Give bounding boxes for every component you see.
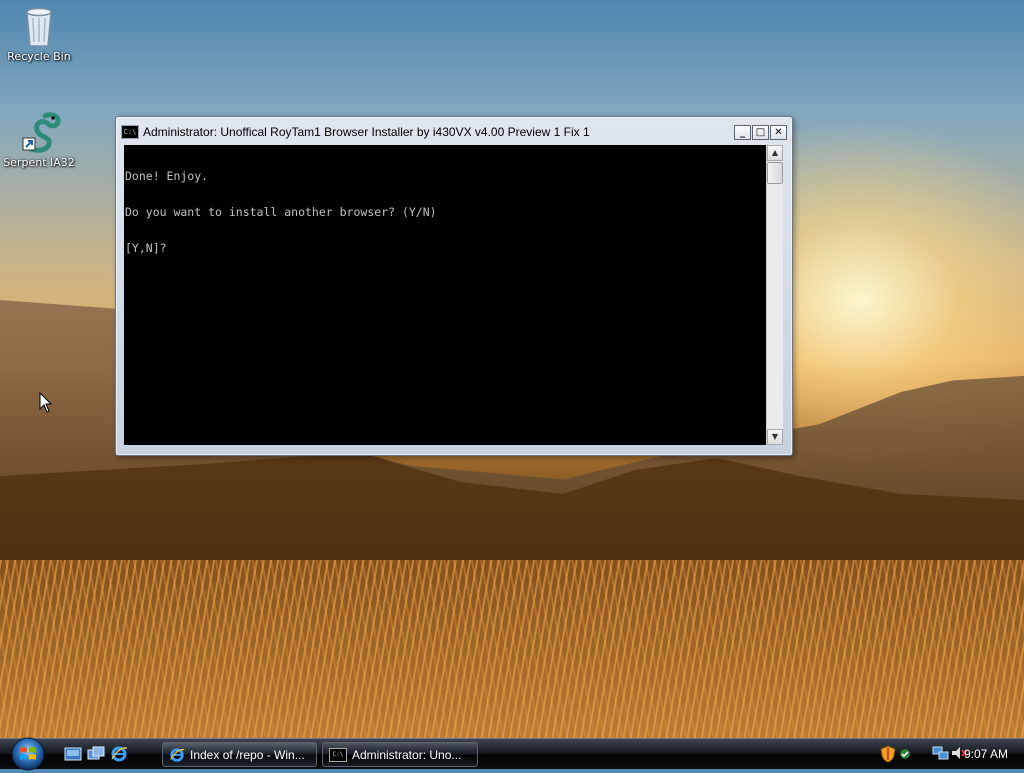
console-icon: C:\ xyxy=(329,747,347,762)
console-icon: C:\ xyxy=(121,125,139,139)
updates-icon[interactable] xyxy=(898,747,912,761)
serpent-icon xyxy=(22,112,61,153)
desktop-icon-serpent-ia32[interactable]: Serpent IA32 xyxy=(1,108,77,169)
desktop-icon-recycle-bin[interactable]: Recycle Bin xyxy=(1,4,77,63)
mouse-pointer-icon xyxy=(39,392,53,413)
console-line: Do you want to install another browser? … xyxy=(125,205,437,219)
recycle-bin-icon xyxy=(26,7,52,47)
background-grass xyxy=(0,560,1024,740)
window-title: Administrator: Unoffical RoyTam1 Browser… xyxy=(143,125,590,139)
desktop-icon-label: Serpent IA32 xyxy=(3,156,75,169)
taskbar-item-console[interactable]: C:\ Administrator: Uno... xyxy=(322,742,478,767)
show-desktop-icon[interactable] xyxy=(64,745,82,763)
maximize-button[interactable]: □ xyxy=(752,124,769,140)
minimize-button[interactable]: _ xyxy=(734,124,751,140)
internet-explorer-icon xyxy=(170,747,185,762)
switch-windows-icon[interactable] xyxy=(87,745,105,763)
internet-explorer-icon[interactable] xyxy=(110,745,128,763)
window-titlebar[interactable]: C:\ Administrator: Unoffical RoyTam1 Bro… xyxy=(121,121,787,143)
vertical-scrollbar[interactable]: ▲ ▼ xyxy=(766,145,783,445)
start-button[interactable] xyxy=(8,735,48,773)
clock[interactable]: 9:07 AM xyxy=(964,747,1008,761)
taskbar-item-label: Index of /repo - Win... xyxy=(190,747,305,762)
close-button[interactable]: ✕ xyxy=(770,124,787,140)
scroll-down-button[interactable]: ▼ xyxy=(767,429,783,445)
security-shield-icon[interactable] xyxy=(880,745,896,763)
taskbar: Index of /repo - Win... C:\ Administrato… xyxy=(0,737,1024,771)
console-line: Done! Enjoy. xyxy=(125,169,209,183)
scroll-thumb[interactable] xyxy=(767,162,783,184)
taskbar-item-label: Administrator: Uno... xyxy=(352,747,462,762)
system-tray: 9:07 AM xyxy=(864,739,1024,769)
network-icon[interactable] xyxy=(932,745,950,761)
console-window[interactable]: C:\ Administrator: Unoffical RoyTam1 Bro… xyxy=(115,116,793,456)
taskbar-item-browser[interactable]: Index of /repo - Win... xyxy=(162,742,317,767)
console-output[interactable]: Done! Enjoy. Do you want to install anot… xyxy=(124,145,766,445)
desktop-icon-label: Recycle Bin xyxy=(7,50,71,63)
console-prompt: [Y,N]? xyxy=(125,241,167,255)
scroll-up-button[interactable]: ▲ xyxy=(767,145,783,161)
